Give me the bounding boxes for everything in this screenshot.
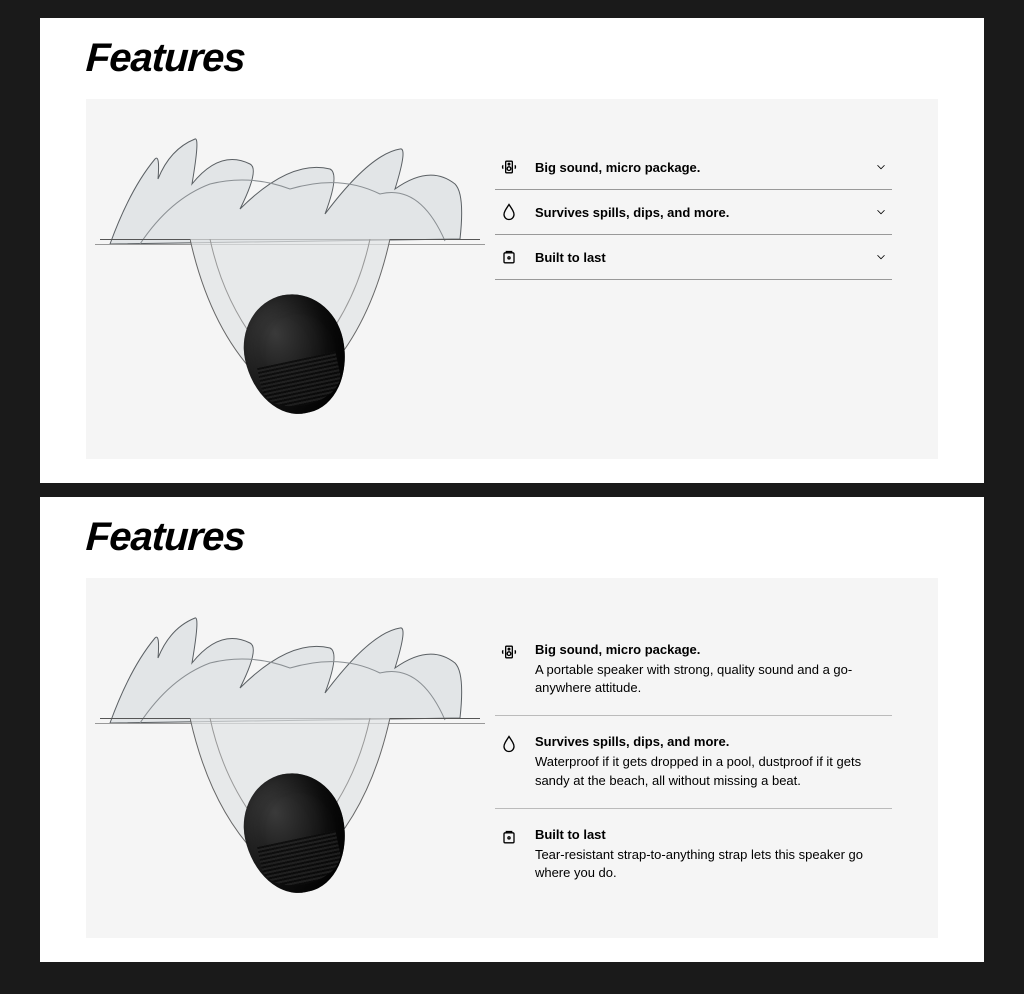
chevron-down-icon <box>874 160 888 174</box>
features-card-collapsed: Features <box>40 18 984 483</box>
chevron-down-icon <box>874 250 888 264</box>
water-drop-icon <box>499 202 519 222</box>
chevron-down-icon <box>874 205 888 219</box>
product-splash-image <box>100 608 480 908</box>
feature-item-durable: Built to last Tear-resistant strap-to-an… <box>495 808 892 900</box>
features-card-expanded: Features <box>40 497 984 962</box>
feature-item-waterproof: Survives spills, dips, and more. Waterpr… <box>495 715 892 807</box>
features-panel: Big sound, micro package. Survives spill… <box>86 99 938 459</box>
water-drop-icon <box>499 734 519 754</box>
product-splash-image <box>100 129 480 429</box>
feature-description: Waterproof if it gets dropped in a pool,… <box>535 753 888 789</box>
accordion-title: Built to last <box>535 250 858 265</box>
feature-description: Tear-resistant strap-to-anything strap l… <box>535 846 888 882</box>
splash-crown-svg <box>100 129 480 249</box>
durable-icon <box>499 247 519 267</box>
feature-title: Survives spills, dips, and more. <box>535 734 888 749</box>
accordion-title: Survives spills, dips, and more. <box>535 205 858 220</box>
feature-item-sound: Big sound, micro package. A portable spe… <box>495 624 892 715</box>
feature-image-area <box>86 578 495 938</box>
feature-title: Built to last <box>535 827 888 842</box>
features-list-expanded: Big sound, micro package. A portable spe… <box>495 578 938 930</box>
feature-image-area <box>86 99 495 459</box>
accordion-item-durable[interactable]: Built to last <box>495 235 892 280</box>
splash-crown-svg <box>100 608 480 728</box>
accordion-item-waterproof[interactable]: Survives spills, dips, and more. <box>495 190 892 235</box>
section-title: Features <box>85 36 939 81</box>
section-title: Features <box>85 515 939 560</box>
feature-description: A portable speaker with strong, quality … <box>535 661 888 697</box>
feature-title: Big sound, micro package. <box>535 642 888 657</box>
accordion-title: Big sound, micro package. <box>535 160 858 175</box>
speaker-icon <box>499 157 519 177</box>
features-panel: Big sound, micro package. A portable spe… <box>86 578 938 938</box>
speaker-icon <box>499 642 519 662</box>
accordion-item-sound[interactable]: Big sound, micro package. <box>495 145 892 190</box>
durable-icon <box>499 827 519 847</box>
features-accordion: Big sound, micro package. Survives spill… <box>495 99 938 310</box>
